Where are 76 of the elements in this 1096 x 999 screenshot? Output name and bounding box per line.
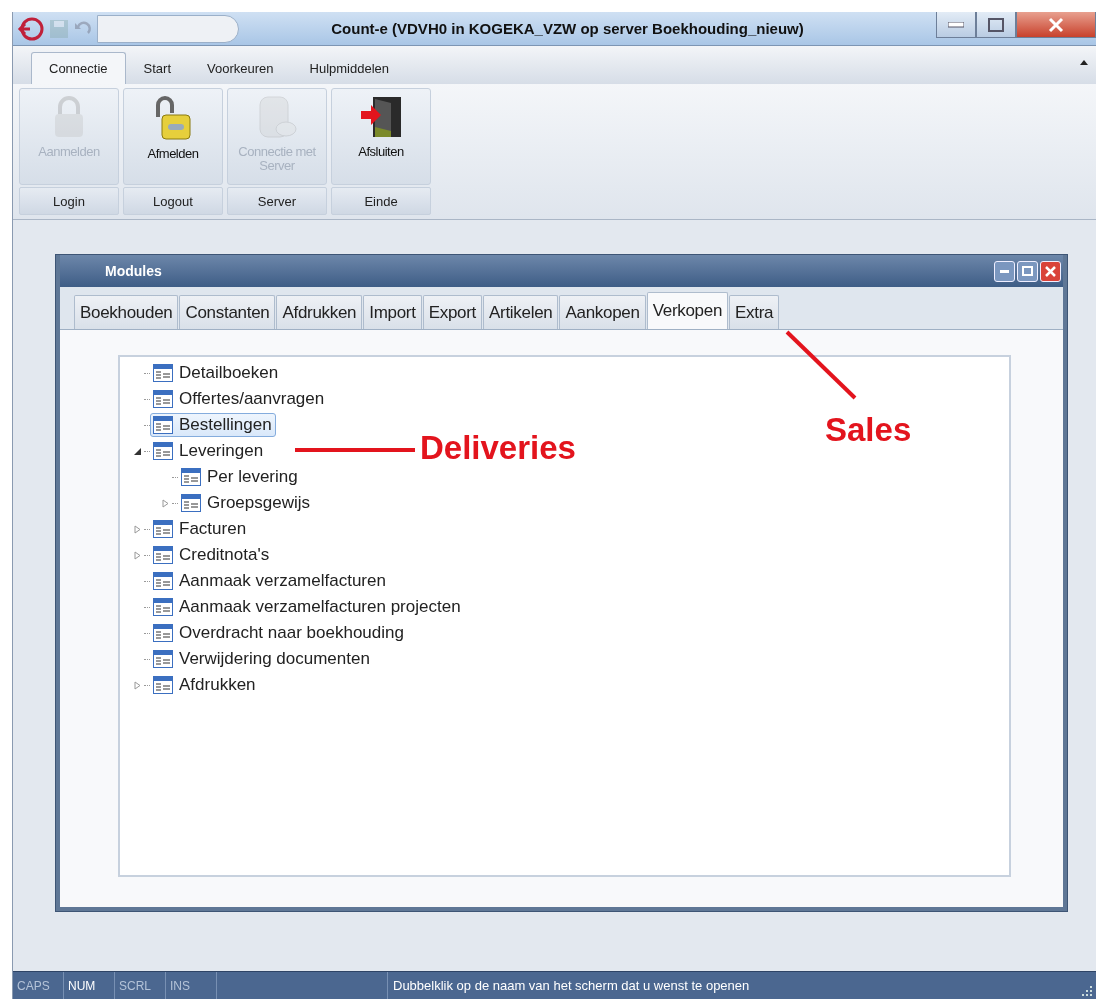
list-icon (153, 416, 173, 434)
group-label: Einde (331, 187, 431, 215)
tree-item[interactable]: Afdrukken (150, 673, 260, 697)
module-tab[interactable]: Afdrukken (276, 295, 363, 329)
status-indicator: SCRL (115, 972, 166, 999)
tree-item[interactable]: Aanmaak verzamelfacturen projecten (150, 595, 465, 619)
module-tab[interactable]: Aankopen (559, 295, 646, 329)
tree-item[interactable]: Offertes/aanvragen (150, 387, 329, 411)
window-title: Count-e (VDVH0 in KOGEKA_VZW op server Boekhouding_nieuw) (330, 20, 805, 37)
list-icon (153, 364, 173, 382)
tree-item[interactable]: Verwijdering documenten (150, 647, 374, 671)
ribbon-button[interactable]: Afsluiten (331, 88, 431, 185)
status-indicator: INS (166, 972, 217, 999)
maximize-icon (988, 17, 1004, 32)
list-icon (153, 520, 173, 538)
minimize-button[interactable] (936, 12, 976, 38)
list-icon (181, 494, 201, 512)
resize-grip-icon[interactable] (1081, 984, 1093, 996)
status-indicator: NUM (64, 972, 115, 999)
module-tab[interactable]: Extra (729, 295, 780, 329)
maximize-icon (1022, 266, 1033, 276)
list-icon (153, 650, 173, 668)
list-icon (153, 598, 173, 616)
group-label: Login (19, 187, 119, 215)
exit-door-icon (359, 95, 403, 139)
annotation-label: Deliveries (420, 429, 576, 467)
list-icon (181, 468, 201, 486)
status-indicator: CAPS (13, 972, 64, 999)
tree-item[interactable]: Creditnota's (150, 543, 274, 567)
modules-title: Modules (105, 263, 162, 279)
list-icon (153, 546, 173, 564)
status-message: Dubbelklik op de naam van het scherm dat u wenst te openen (392, 977, 750, 995)
annotation-line (785, 330, 857, 400)
tree-item[interactable]: Per levering (178, 465, 302, 489)
module-tab[interactable]: Export (422, 295, 482, 329)
module-tab[interactable]: Boekhouden (74, 295, 179, 329)
list-icon (153, 442, 173, 460)
list-icon (153, 390, 173, 408)
tree-item[interactable]: Bestellingen (150, 413, 276, 437)
group-label: Logout (123, 187, 223, 215)
tree-item[interactable]: Groepsgewijs (178, 491, 314, 515)
expand-triangle-icon[interactable] (132, 680, 142, 690)
ribbon-tab[interactable]: Voorkeuren (189, 52, 292, 84)
annotation-label: Sales (825, 411, 912, 449)
tree-item[interactable]: Aanmaak verzamelfacturen (150, 569, 390, 593)
minimize-icon (1000, 269, 1009, 273)
close-icon (1048, 16, 1064, 33)
expand-triangle-icon[interactable] (160, 498, 170, 508)
module-tab[interactable]: Artikelen (483, 295, 559, 329)
tree-item[interactable]: Facturen (150, 517, 251, 541)
module-tab[interactable]: Import (363, 295, 422, 329)
expand-triangle-icon[interactable] (132, 524, 142, 534)
group-label: Server (227, 187, 327, 215)
close-button[interactable] (1016, 12, 1096, 38)
close-icon (1045, 265, 1056, 277)
ribbon-button[interactable]: Afmelden (123, 88, 223, 185)
list-icon (153, 676, 173, 694)
tree-item[interactable]: Leveringen (150, 439, 268, 463)
minimize-icon (948, 21, 964, 28)
ribbon-tab[interactable]: Start (125, 52, 189, 84)
module-tab[interactable]: Constanten (179, 295, 276, 329)
list-icon (153, 624, 173, 642)
tree-item[interactable]: Detailboeken (150, 361, 283, 385)
database-icon (256, 95, 298, 139)
quick-access-field[interactable] (97, 14, 239, 43)
collapse-ribbon-icon[interactable] (1080, 60, 1088, 65)
module-tab[interactable]: Verkopen (646, 292, 729, 329)
expand-triangle-icon[interactable] (132, 550, 142, 560)
ribbon-tab[interactable]: Connectie (31, 52, 126, 84)
open-padlock-icon (154, 95, 192, 141)
list-icon (153, 572, 173, 590)
collapse-triangle-icon[interactable] (132, 446, 142, 456)
tree-item[interactable]: Overdracht naar boekhouding (150, 621, 408, 645)
maximize-button[interactable] (976, 12, 1016, 38)
ribbon-tab[interactable]: Hulpmiddelen (291, 52, 407, 84)
padlock-icon (53, 95, 85, 139)
